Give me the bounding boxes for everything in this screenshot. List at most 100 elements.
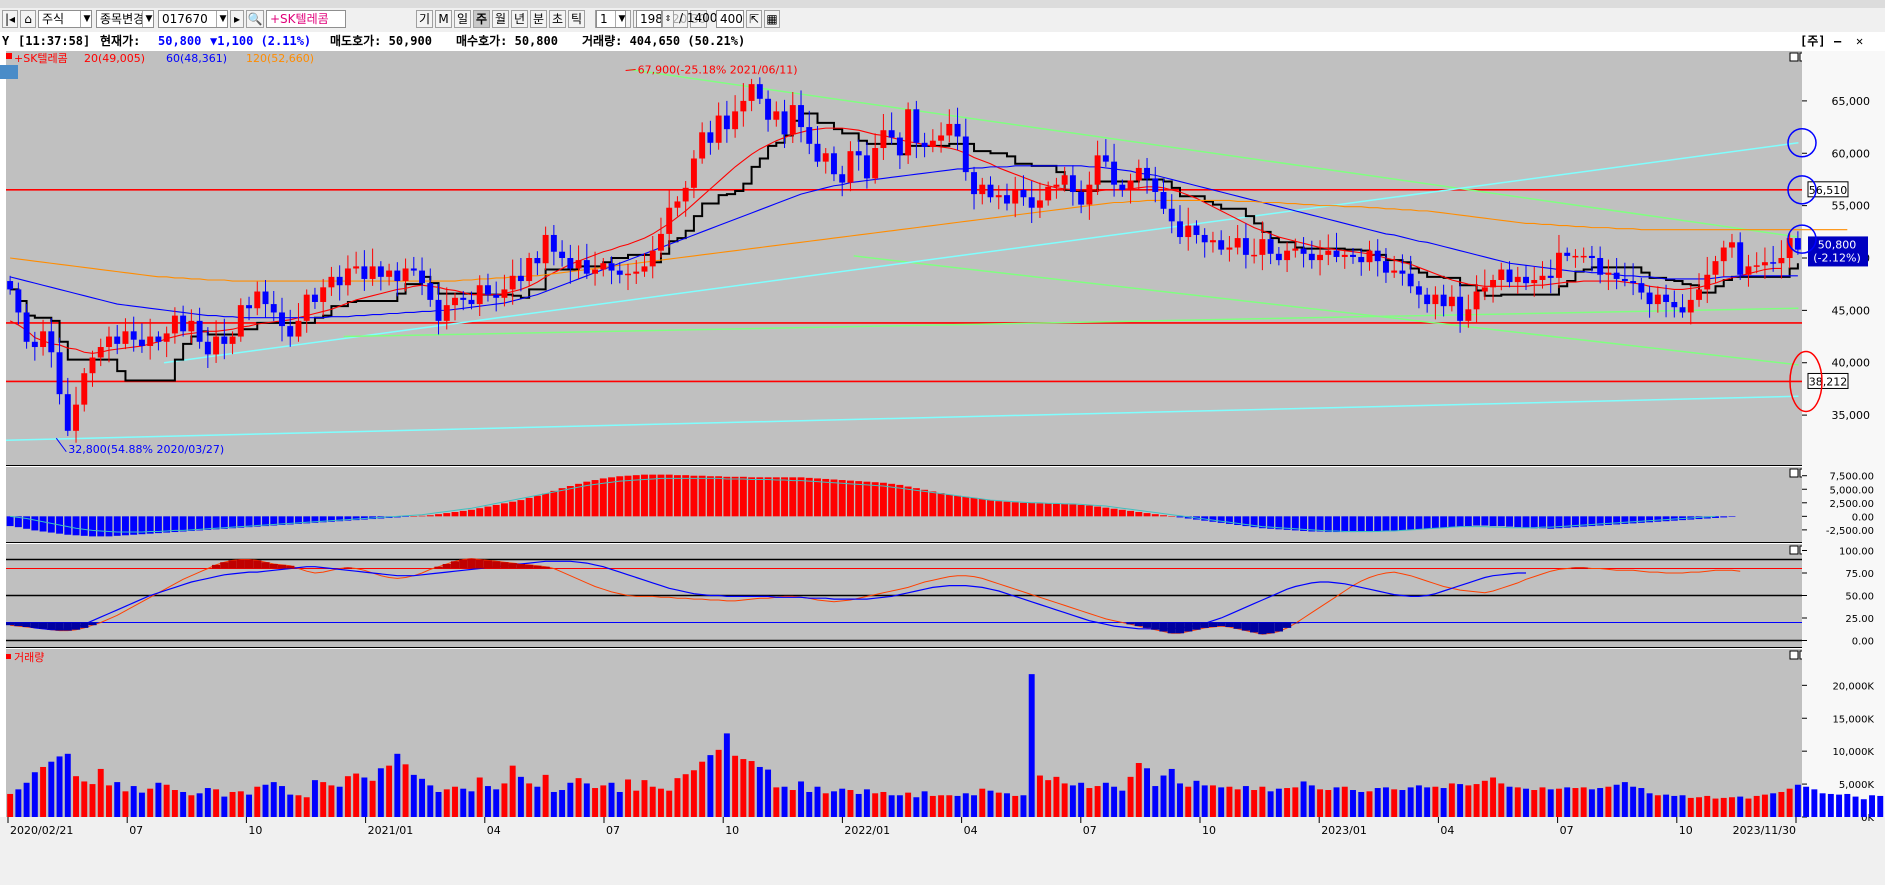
oversold-fill [1126,622,1135,625]
legend-ma20: 20(49,005) [84,52,145,65]
candle-body [56,352,63,395]
stock-chart[interactable]: 35,00040,00045,00050,00055,00060,00065,0… [0,51,1885,885]
search-icon[interactable]: 🔍 [246,10,264,28]
home-icon[interactable]: ⌂ [20,10,36,28]
count-input[interactable]: 198 [636,10,662,28]
macd-bar [1052,503,1060,517]
candle-body [1242,238,1249,255]
pin-icon[interactable]: Y [2,32,9,51]
volume-bar [715,749,722,817]
candle-body [954,123,961,137]
period-button-M[interactable]: M [435,10,452,28]
y-tick-label: 55,000 [1832,200,1871,213]
macd-bar [649,474,657,517]
period-button-월[interactable]: 월 [492,10,509,28]
volume-bar [1127,776,1134,817]
first-button[interactable]: |◂ [2,10,18,28]
volume-bar [592,788,599,817]
volume-bar [526,783,533,817]
candle-body [1341,254,1348,257]
period-button-일[interactable]: 일 [454,10,471,28]
oversold-fill [71,622,81,630]
close-icon[interactable]: ✕ [1856,32,1863,51]
candle-body [484,285,491,295]
candle-body [1531,279,1538,284]
volume-bar [1621,782,1628,817]
display-count-input[interactable]: 400 [716,10,744,28]
macd-bar [1077,504,1085,517]
stock-name-field[interactable]: +SK텔레콤 [266,10,346,28]
candle-body [765,98,772,120]
candle-body [822,153,829,162]
macd-bar [715,476,723,517]
chevron-down-icon[interactable]: ▼ [615,11,628,27]
volume-bar [608,782,615,817]
volume-bar [707,755,714,817]
calendar-icon[interactable]: ▦ [764,10,780,28]
x-tick-label: 04 [487,824,501,837]
volume-bar [888,795,895,817]
panel-maximize-icon[interactable] [1789,52,1799,62]
candle-body [600,263,607,270]
candle-body [295,320,302,337]
candle-body [905,109,912,156]
volume-bar [616,791,623,817]
volume-bar [204,788,211,817]
macd-bar [723,476,731,517]
macd-bar [706,476,714,517]
count-stepper[interactable]: ⇕ [662,10,674,28]
macd-bar [418,515,426,517]
macd-bar [682,475,690,517]
x-tick-label: 10 [1202,824,1216,837]
chevron-down-icon[interactable]: ▼ [80,11,93,27]
candle-body [608,263,615,271]
macd-bar [690,475,698,517]
macd-bar [1044,503,1052,517]
period-button-기[interactable]: 기 [416,10,433,28]
panel-maximize-icon[interactable] [1789,650,1799,660]
y-tick-label: 7,500.00 [1829,472,1874,483]
chevron-down-icon[interactable]: ▼ [216,11,229,27]
volume-bar [1218,787,1225,817]
volume-bar [1803,786,1810,817]
chevron-down-icon[interactable]: ▼ [142,11,155,27]
candle-body [1102,155,1109,162]
macd-bar [748,477,756,517]
apply-icon[interactable]: ⇱ [746,10,762,28]
volume-bar [1275,788,1282,817]
candle-body [831,153,837,175]
period-button-초[interactable]: 초 [549,10,566,28]
candle-body [781,111,788,135]
volume-bar [971,795,977,817]
oversold-fill [1274,622,1283,632]
macd-bar [756,477,764,517]
macd-bar [575,483,583,517]
panel-maximize-icon[interactable] [1789,545,1799,555]
volume-bar [1185,786,1192,817]
macd-bar [1539,516,1546,529]
period-button-년[interactable]: 년 [511,10,528,28]
minimize-icon[interactable]: — [1834,32,1841,51]
period-button-분[interactable]: 분 [530,10,547,28]
period-button-틱[interactable]: 틱 [568,10,585,28]
volume-bar [1415,785,1422,817]
oversold-fill [38,622,48,629]
candle-body [938,135,945,141]
macd-bar [888,483,896,517]
next-stock-button[interactable]: ▸ [230,10,244,28]
candle-body [699,132,706,159]
period-badge[interactable]: [주] [1800,32,1826,51]
panel-maximize-icon[interactable] [1789,468,1799,478]
chart-tool-icon[interactable] [0,65,18,79]
oversold-fill [1175,622,1185,634]
candle-body [550,234,557,252]
candle-body [748,84,755,101]
candle-body [583,260,590,274]
candle-body [616,270,623,275]
period-button-주[interactable]: 주 [473,10,490,28]
volume-bar [7,793,14,817]
overbought-fill [261,562,270,569]
candle-body [1770,262,1777,264]
candle-body [31,341,38,348]
volume-bar [748,761,755,817]
